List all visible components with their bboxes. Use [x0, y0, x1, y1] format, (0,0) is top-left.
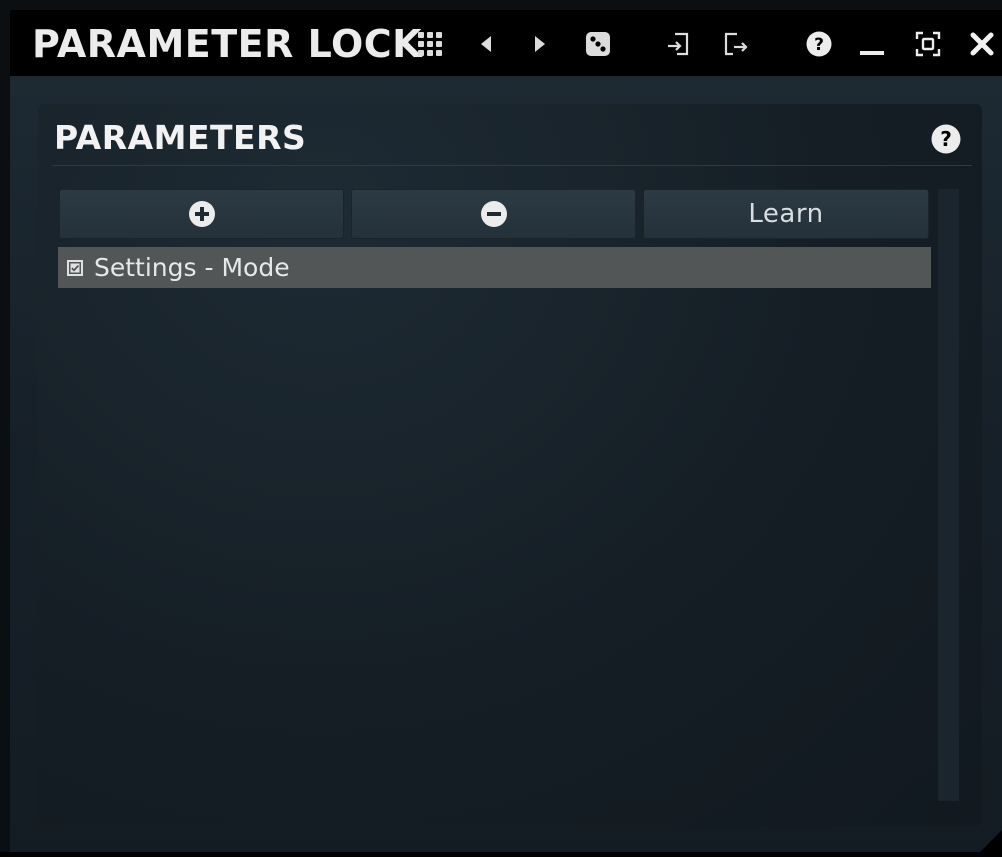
- parameters-panel: PARAMETERS ? Learn Settings - Mode: [38, 104, 982, 826]
- close-button[interactable]: [964, 26, 1000, 62]
- grid-menu-button[interactable]: [412, 26, 448, 62]
- resize-grip[interactable]: [976, 826, 1002, 852]
- window-body: PARAMETERS ? Learn Settings - Mode: [10, 76, 1002, 852]
- dice-icon: [586, 32, 610, 56]
- checkbox-checked-icon: [67, 259, 83, 276]
- learn-button[interactable]: Learn: [643, 189, 929, 239]
- import-button[interactable]: [661, 26, 697, 62]
- help-icon: ?: [806, 31, 832, 57]
- parameter-list: Settings - Mode: [58, 247, 931, 288]
- panel-title: PARAMETERS: [54, 118, 307, 157]
- list-item-label: Settings - Mode: [94, 253, 290, 282]
- maximize-icon: [915, 31, 941, 57]
- export-icon: [724, 32, 748, 56]
- import-icon: [668, 32, 689, 56]
- svg-text:?: ?: [814, 35, 824, 55]
- learn-button-label: Learn: [748, 199, 824, 229]
- previous-button[interactable]: [468, 26, 504, 62]
- help-button[interactable]: ?: [801, 26, 837, 62]
- minimize-button[interactable]: [854, 26, 890, 62]
- next-button[interactable]: [522, 26, 558, 62]
- checkbox[interactable]: [67, 259, 83, 276]
- grid-menu-icon: [418, 32, 442, 56]
- title-bar: PARAMETER LOCK ?: [10, 10, 1002, 76]
- plus-circle-icon: [188, 201, 215, 227]
- close-icon: [970, 32, 994, 56]
- list-item[interactable]: Settings - Mode: [58, 247, 931, 288]
- svg-text:?: ?: [940, 127, 952, 151]
- panel-help-button[interactable]: ?: [930, 123, 962, 155]
- minimize-icon: [860, 51, 884, 55]
- parameter-lock-window: PARAMETER LOCK ? PARAMETERS ? Learn Sett…: [0, 0, 1002, 852]
- resize-handle-icon: [980, 830, 1002, 852]
- remove-parameter-button[interactable]: [351, 189, 636, 239]
- list-scrollbar[interactable]: [938, 189, 959, 801]
- help-icon: ?: [931, 124, 961, 154]
- minus-circle-icon: [480, 201, 507, 227]
- window-title: PARAMETER LOCK: [32, 22, 423, 66]
- randomize-button[interactable]: [580, 26, 616, 62]
- maximize-button[interactable]: [910, 26, 946, 62]
- arrow-right-icon: [535, 36, 545, 52]
- add-parameter-button[interactable]: [59, 189, 344, 239]
- panel-divider: [52, 165, 972, 166]
- export-button[interactable]: [717, 26, 753, 62]
- arrow-left-icon: [481, 36, 491, 52]
